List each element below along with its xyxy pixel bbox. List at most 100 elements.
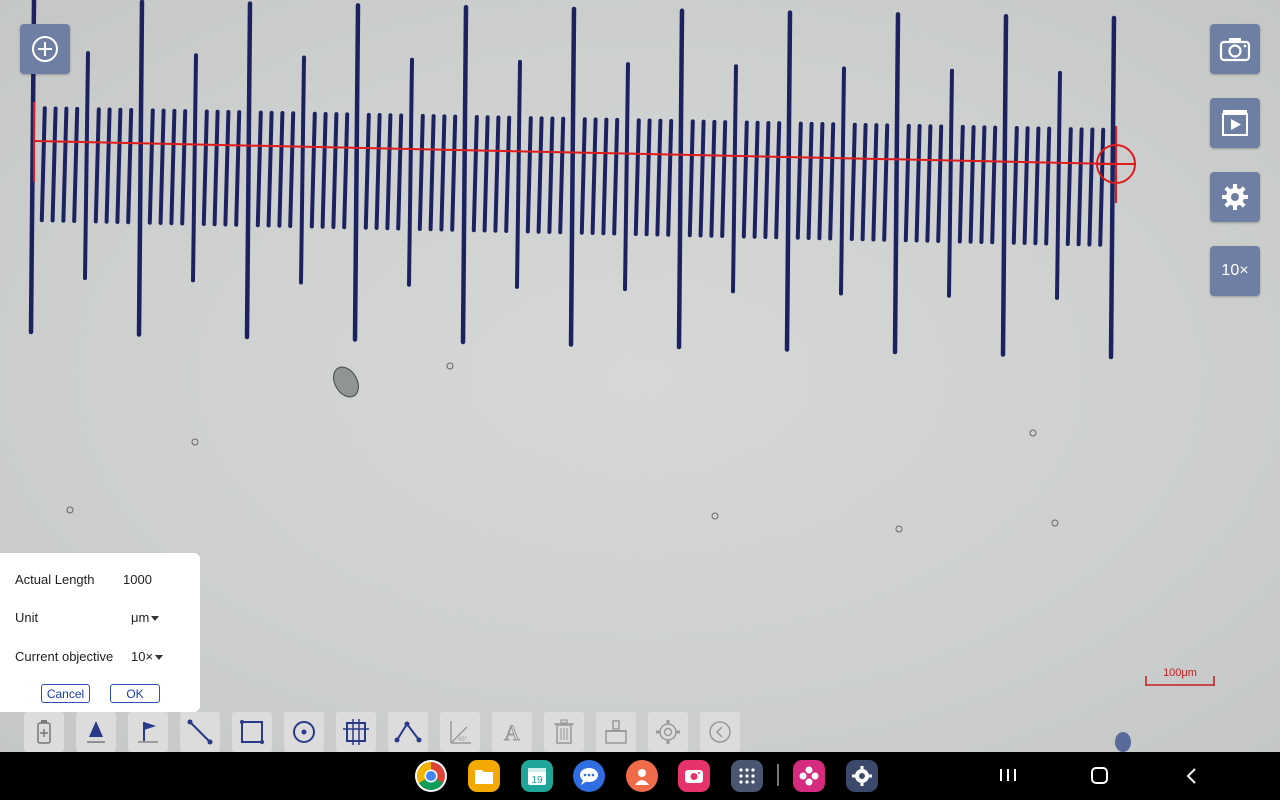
capture-photo-button[interactable] [1210,24,1260,74]
settings-app[interactable] [846,760,878,792]
pen-tool-icon [87,721,105,743]
recents-icon [1000,769,1016,781]
contacts-app[interactable] [626,760,658,792]
flower-app[interactable] [793,760,825,792]
scale-tick [136,0,145,337]
back-nav-button[interactable] [1182,766,1202,786]
scale-tick [352,3,361,342]
calendar-icon: 19 [528,768,546,786]
scale-tick [612,117,620,236]
circle-icon [293,721,315,743]
chevron-down-icon [155,655,164,661]
debris-particle [446,362,454,370]
debris-particle [895,525,903,533]
actual-length-input[interactable]: 1000 [123,572,152,587]
scale-tick [191,53,198,283]
rectangle-tool[interactable] [232,712,272,752]
flag-icon [138,722,158,743]
circle-tool[interactable] [284,712,324,752]
scale-tick [169,108,177,226]
cancel-button[interactable]: Cancel [41,684,90,703]
collapse-toolbar-button[interactable] [700,712,740,752]
scale-tick [936,124,944,243]
home-button[interactable] [1090,766,1110,786]
scale-tick [331,112,339,229]
chevron-down-icon [151,616,160,622]
scale-tick [147,108,155,225]
scale-tick [61,106,69,223]
objective-select[interactable]: 10× [131,649,164,664]
scale-tick [666,118,674,237]
polyline-icon [394,721,422,743]
text-tool-glyph: A [504,720,520,745]
scale-tick [623,62,630,292]
add-measurement-button[interactable] [20,24,70,74]
scale-tick [784,10,793,352]
scale-tick [342,112,350,230]
ok-button[interactable]: OK [110,684,160,703]
video-play-icon [1222,110,1248,136]
scale-tick [396,113,404,231]
delete-tool[interactable] [544,712,584,752]
scale-tick [1055,70,1062,300]
camera-app[interactable] [678,760,710,792]
scale-tick [234,110,242,227]
scale-tick [212,109,220,227]
angle-45-icon: 45° [450,721,471,744]
line-tool[interactable] [180,712,220,752]
scale-tick [957,124,965,244]
scale-tick [126,107,134,225]
text-tool[interactable]: A [492,712,532,752]
scale-tick [493,115,501,233]
scale-tick [1108,15,1117,360]
calibrate-tool[interactable] [24,712,64,752]
grid-frame-icon [343,719,369,745]
files-app[interactable] [468,760,500,792]
clear-tool[interactable] [596,712,636,752]
calendar-app[interactable]: 19 [521,760,553,792]
flower-app-icon [799,766,819,786]
scale-tick [752,120,760,239]
scale-tick [93,107,101,224]
grid-frame-tool[interactable] [336,712,376,752]
scale-tick [763,120,771,239]
scale-tick [914,124,922,243]
recent-apps-button[interactable] [998,766,1018,784]
scale-tick [180,109,188,226]
debris-particle [333,366,359,398]
record-video-button[interactable] [1210,98,1260,148]
scale-tick [1011,126,1019,245]
chrome-app[interactable] [415,760,447,792]
debris-particle [66,506,74,514]
scale-tick [590,117,598,235]
line-icon [187,719,213,745]
unit-select[interactable]: μm [131,610,160,625]
objective-zoom-button[interactable]: 10× [1210,246,1260,296]
chrome-icon [417,762,445,790]
polyline-tool[interactable] [388,712,428,752]
scale-tick [115,107,123,224]
settings-button[interactable] [1210,172,1260,222]
scale-tick [795,121,803,240]
objective-value: 10× [131,649,154,664]
text-icon: A [504,720,521,746]
scale-tick [644,118,652,237]
messages-app[interactable] [573,760,605,792]
scale-tick [774,121,782,240]
app-drawer[interactable] [731,760,763,792]
scale-tick [525,116,533,234]
scale-tick [407,57,414,287]
scale-tick [655,118,663,237]
scale-tick [817,122,825,241]
flag-tool[interactable] [128,712,168,752]
scale-tick [1022,126,1030,245]
scale-tick [687,119,695,238]
measure-settings-tool[interactable] [648,712,688,752]
debris-particle [1115,732,1131,752]
settings-icon [656,720,680,744]
broom-icon [605,720,627,744]
angle-tool[interactable]: 45° [440,712,480,752]
scale-tick [720,120,728,238]
pen-tool[interactable] [76,712,116,752]
debris-particle [711,512,719,520]
